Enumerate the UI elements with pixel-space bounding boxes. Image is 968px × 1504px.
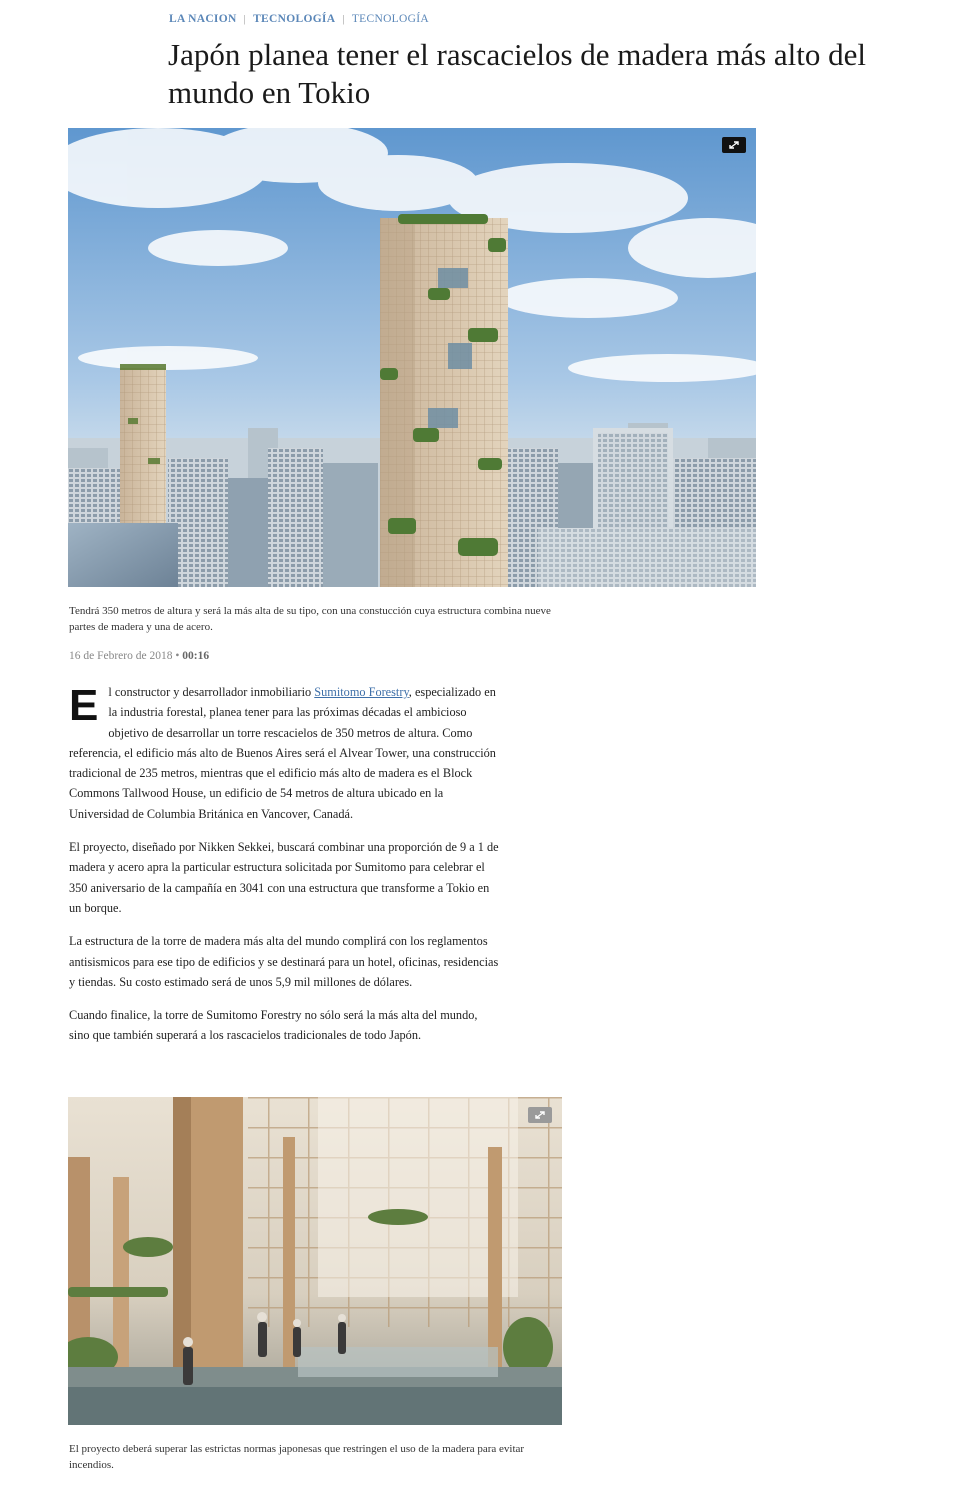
interior-caption: El proyecto deberá superar las estrictas…: [69, 1443, 525, 1471]
hero-image[interactable]: [68, 128, 756, 587]
paragraph-1-text-start: l constructor y desarrollador inmobiliar…: [108, 685, 315, 699]
hero-caption: Tendrá 350 metros de altura y será la má…: [69, 605, 551, 633]
article-title: Japón planea tener el rascacielos de mad…: [168, 37, 867, 110]
expand-image-button[interactable]: [528, 1107, 552, 1123]
drop-cap: E: [69, 681, 99, 730]
skyscraper-render-illustration: [68, 128, 756, 587]
article-body: El constructor y desarrollador inmobilia…: [69, 682, 499, 1059]
breadcrumb-section-link[interactable]: TECNOLOGÍA: [253, 13, 335, 25]
paragraph-3: La estructura de la torre de madera más …: [69, 934, 499, 989]
breadcrumb-site-link[interactable]: LA NACION: [169, 13, 237, 25]
breadcrumb-separator: |: [342, 13, 345, 25]
sumitomo-forestry-link[interactable]: Sumitomo Forestry: [314, 685, 409, 699]
publish-time: 00:16: [182, 650, 210, 662]
breadcrumb-separator: |: [243, 13, 247, 25]
paragraph-1-text-end: , especializado en la industria forestal…: [69, 685, 496, 821]
breadcrumb: LA NACION | TECNOLOGÍA | Tecnología: [169, 10, 429, 28]
breadcrumb-subsection-link[interactable]: Tecnología: [352, 13, 429, 25]
atrium-render-illustration: [68, 1097, 562, 1425]
publish-date: 16 de Febrero de 2018: [69, 650, 173, 662]
paragraph-1: El constructor y desarrollador inmobilia…: [69, 682, 499, 824]
expand-icon: [729, 141, 739, 149]
paragraph-4: Cuando finalice, la torre de Sumitomo Fo…: [69, 1008, 478, 1043]
paragraph-2: El proyecto, diseñado por Nikken Sekkei,…: [69, 840, 499, 915]
publish-dateline: 16 de Febrero de 2018 • 00:16: [69, 650, 209, 662]
expand-image-button[interactable]: [722, 137, 746, 153]
interior-image[interactable]: [68, 1097, 562, 1425]
expand-icon: [535, 1111, 545, 1119]
date-separator: •: [175, 650, 180, 662]
